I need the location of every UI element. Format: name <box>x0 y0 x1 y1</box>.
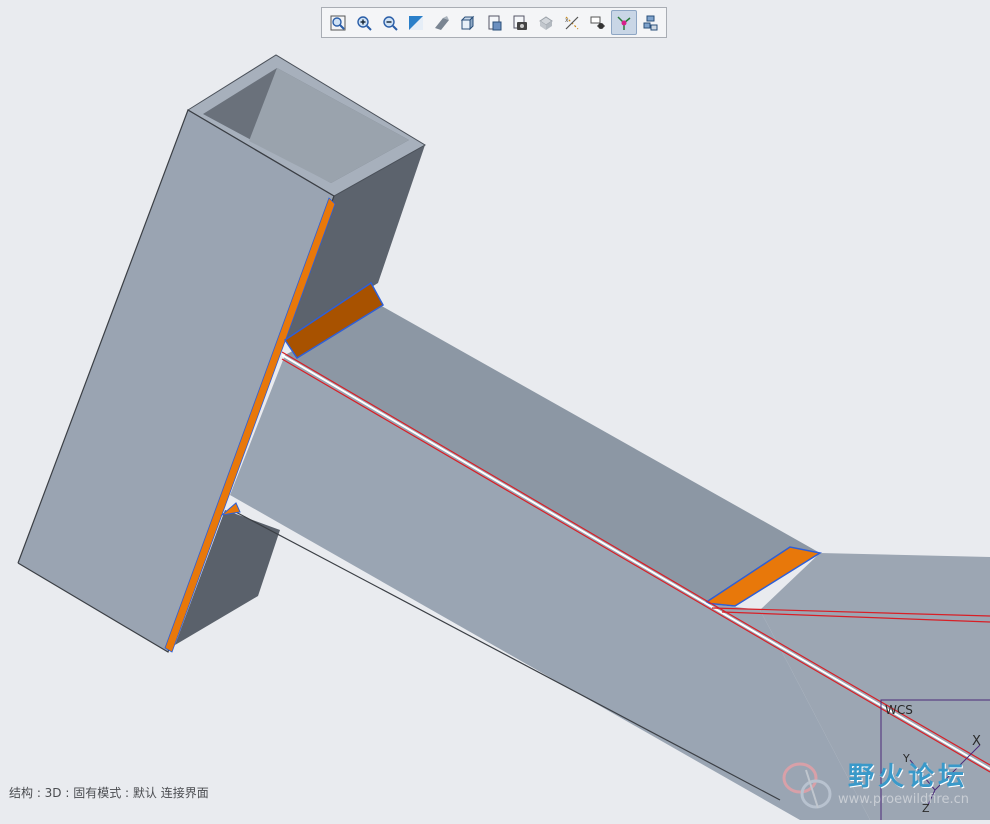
view-manager-icon <box>513 15 527 30</box>
zoom-out-button[interactable] <box>377 10 403 35</box>
zoom-in-button[interactable] <box>351 10 377 35</box>
layer-icon <box>643 15 658 30</box>
watermark: 野火论坛 www.proewildfire.cn <box>778 752 990 820</box>
annotation-display-icon <box>590 16 605 29</box>
csys-label: WCS <box>885 703 913 717</box>
datum-display-icon: x <box>565 16 579 29</box>
perspective-icon <box>435 15 449 30</box>
annotation-display-button[interactable] <box>585 10 611 35</box>
csys-x-label: X <box>972 734 981 749</box>
refit-icon <box>330 15 346 30</box>
watermark-title: 野火论坛 <box>848 762 969 792</box>
repaint-button[interactable] <box>403 10 429 35</box>
datum-display-button[interactable]: x <box>559 10 585 35</box>
layer-button[interactable] <box>637 10 663 35</box>
view-toolbar: x <box>321 7 667 38</box>
repaint-icon <box>409 15 423 30</box>
spin-center-icon <box>617 15 631 30</box>
watermark-url: www.proewildfire.cn <box>838 792 969 807</box>
display-style-icon <box>460 15 475 30</box>
display-style-button[interactable] <box>455 10 481 35</box>
section-icon <box>539 15 553 30</box>
zoom-in-icon <box>357 15 372 31</box>
saved-views-button[interactable] <box>481 10 507 35</box>
zoom-out-icon <box>383 15 398 31</box>
refit-button[interactable] <box>325 10 351 35</box>
svg-text:x: x <box>565 17 569 24</box>
butterfly-logo-icon <box>782 762 832 809</box>
saved-views-icon <box>488 15 502 30</box>
section-button[interactable] <box>533 10 559 35</box>
perspective-button[interactable] <box>429 10 455 35</box>
spin-center-button[interactable] <box>611 10 637 35</box>
model-viewport[interactable]: WCS X Y Z <box>0 0 990 820</box>
view-manager-button[interactable] <box>507 10 533 35</box>
status-text: 结构 : 3D : 固有模式 : 默认 连接界面 <box>9 786 209 800</box>
